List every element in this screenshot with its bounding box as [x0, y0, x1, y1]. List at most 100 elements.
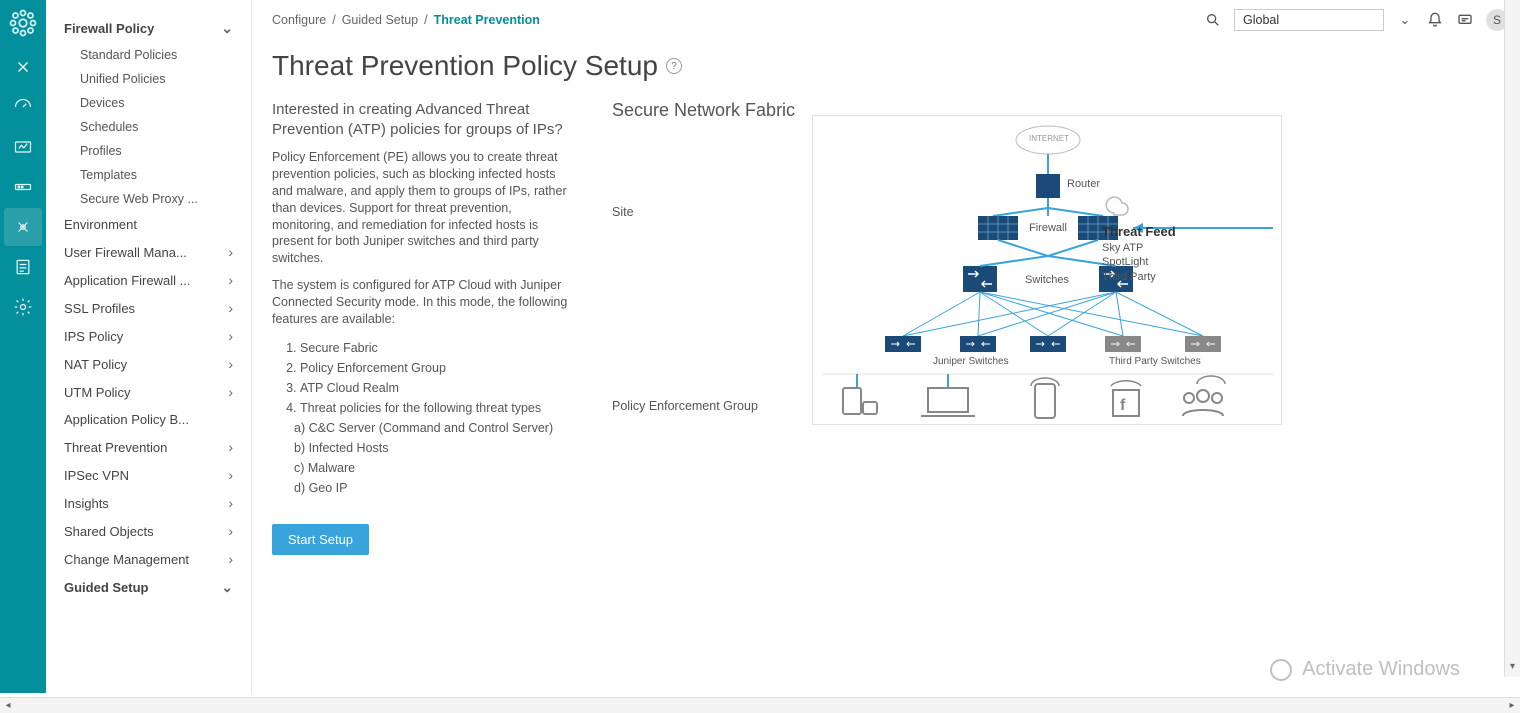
chevron-right-icon: › [228, 467, 233, 483]
sidebar: Firewall Policy ⌄ Standard Policies Unif… [46, 0, 252, 693]
chevron-right-icon: › [228, 272, 233, 288]
breadcrumb-link[interactable]: Configure [272, 13, 326, 27]
sidebar-group-app-policy[interactable]: Application Policy B... [46, 406, 251, 433]
sidebar-item-devices[interactable]: Devices [46, 91, 251, 115]
sidebar-label: Environment [64, 217, 137, 232]
chevron-right-icon: › [228, 439, 233, 455]
chevron-right-icon: › [228, 244, 233, 260]
sidebar-group-environment[interactable]: Environment [46, 211, 251, 238]
sidebar-label: Application Firewall ... [64, 273, 190, 288]
threat-feed-item: Third Party [1102, 270, 1176, 285]
threat-type-item: d) Geo IP [294, 478, 572, 498]
topbar-actions: Global ⌄ S [1204, 9, 1508, 31]
intro-heading: Interested in creating Advanced Threat P… [272, 100, 572, 139]
rail-configure-icon[interactable] [4, 208, 42, 246]
sidebar-group-user-firewall[interactable]: User Firewall Mana... › [46, 238, 251, 266]
app-logo-icon [8, 8, 38, 38]
sidebar-group-ips-policy[interactable]: IPS Policy › [46, 322, 251, 350]
intro-paragraph: The system is configured for ATP Cloud w… [272, 277, 572, 328]
diagram-row-label-peg: Policy Enforcement Group [612, 399, 758, 413]
sidebar-group-nat-policy[interactable]: NAT Policy› [46, 350, 251, 378]
chevron-right-icon: › [228, 356, 233, 372]
chevron-down-icon: ⌄ [221, 20, 233, 37]
feature-item: Threat policies for the following threat… [300, 398, 572, 418]
sidebar-label: IPSec VPN [64, 468, 129, 483]
sidebar-label: Insights [64, 496, 109, 511]
network-diagram: f INTERNET Router Firewall [812, 115, 1282, 425]
chevron-right-icon: › [228, 328, 233, 344]
chevron-right-icon: › [228, 523, 233, 539]
sidebar-label: User Firewall Mana... [64, 245, 187, 260]
rail-reports-icon[interactable] [12, 256, 34, 278]
svg-text:f: f [1120, 397, 1126, 414]
diagram-label-internet: INTERNET [1029, 134, 1069, 143]
sidebar-group-shared-objects[interactable]: Shared Objects › [46, 517, 251, 545]
sidebar-group-firewall-policy[interactable]: Firewall Policy ⌄ [46, 14, 251, 43]
diagram-label-firewall: Firewall [1029, 222, 1067, 234]
sidebar-item-profiles[interactable]: Profiles [46, 139, 251, 163]
sidebar-item-unified-policies[interactable]: Unified Policies [46, 67, 251, 91]
rail-settings-icon[interactable] [12, 296, 34, 318]
start-setup-button[interactable]: Start Setup [272, 524, 369, 555]
sidebar-label: IPS Policy [64, 329, 123, 344]
feature-item: Secure Fabric [300, 338, 572, 358]
sidebar-label: UTM Policy [64, 385, 130, 400]
scroll-down-icon[interactable]: ▾ [1505, 661, 1520, 677]
threat-type-item: c) Malware [294, 458, 572, 478]
rail-devices-icon[interactable] [12, 176, 34, 198]
threat-feed-title: Threat Feed [1102, 223, 1176, 241]
feature-item: Policy Enforcement Group [300, 358, 572, 378]
sidebar-group-app-firewall[interactable]: Application Firewall ... › [46, 266, 251, 294]
scope-selector[interactable]: Global [1234, 9, 1384, 31]
notifications-icon[interactable] [1426, 11, 1444, 29]
feedback-icon[interactable] [1456, 11, 1474, 29]
help-icon[interactable]: ? [666, 58, 682, 74]
diagram-label-thirdparty-switches: Third Party Switches [1109, 356, 1201, 367]
intro-paragraph: Policy Enforcement (PE) allows you to cr… [272, 149, 572, 267]
chevron-right-icon: › [228, 495, 233, 511]
sidebar-group-insights[interactable]: Insights › [46, 489, 251, 517]
sidebar-label: Application Policy B... [64, 412, 189, 427]
sidebar-item-templates[interactable]: Templates [46, 163, 251, 187]
feature-item: ATP Cloud Realm [300, 378, 572, 398]
sidebar-group-utm-policy[interactable]: UTM Policy› [46, 378, 251, 406]
threat-type-item: a) C&C Server (Command and Control Serve… [294, 418, 572, 438]
sidebar-item-standard-policies[interactable]: Standard Policies [46, 43, 251, 67]
diagram-label-juniper-switches: Juniper Switches [933, 356, 1009, 367]
diagram-panel: Secure Network Fabric Site Policy Enforc… [612, 100, 1500, 555]
diagram-label-router: Router [1067, 178, 1100, 190]
sidebar-label: Shared Objects [64, 524, 154, 539]
search-icon[interactable] [1204, 11, 1222, 29]
rail-dashboard-icon[interactable] [12, 96, 34, 118]
cloud-icon [1102, 195, 1142, 219]
breadcrumb: Configure / Guided Setup / Threat Preven… [272, 13, 540, 27]
threat-feed-item: Sky ATP [1102, 241, 1176, 256]
breadcrumb-link[interactable]: Guided Setup [342, 13, 418, 27]
scroll-right-icon[interactable]: ▸ [1504, 700, 1520, 711]
sidebar-label: Firewall Policy [64, 21, 154, 36]
sidebar-group-ssl-profiles[interactable]: SSL Profiles› [46, 294, 251, 322]
diagram-label-switches: Switches [1025, 274, 1069, 286]
diagram-row-label-site: Site [612, 205, 758, 219]
sidebar-item-schedules[interactable]: Schedules [46, 115, 251, 139]
intro-panel: Interested in creating Advanced Threat P… [272, 100, 572, 555]
chevron-right-icon: › [228, 300, 233, 316]
sidebar-item-secure-web-proxy[interactable]: Secure Web Proxy ... [46, 187, 251, 211]
chevron-right-icon: › [228, 551, 233, 567]
nav-rail [0, 0, 46, 693]
rail-monitor-icon[interactable] [12, 136, 34, 158]
sidebar-label: Threat Prevention [64, 440, 167, 455]
threat-type-item: b) Infected Hosts [294, 438, 572, 458]
sidebar-group-guided-setup[interactable]: Guided Setup⌄ [46, 573, 251, 602]
sidebar-group-change-management[interactable]: Change Management› [46, 545, 251, 573]
page-title: Threat Prevention Policy Setup ? [272, 50, 1500, 82]
page-title-text: Threat Prevention Policy Setup [272, 50, 658, 82]
sidebar-group-threat-prevention[interactable]: Threat Prevention › [46, 433, 251, 461]
sidebar-group-ipsec-vpn[interactable]: IPSec VPN › [46, 461, 251, 489]
breadcrumb-current: Threat Prevention [434, 13, 540, 27]
rail-close-icon[interactable] [12, 56, 34, 78]
chevron-down-icon[interactable]: ⌄ [1396, 11, 1414, 29]
vertical-scrollbar[interactable]: ▾ [1504, 0, 1520, 677]
scroll-left-icon[interactable]: ◂ [0, 700, 16, 711]
horizontal-scrollbar[interactable]: ◂ ▸ [0, 697, 1520, 713]
